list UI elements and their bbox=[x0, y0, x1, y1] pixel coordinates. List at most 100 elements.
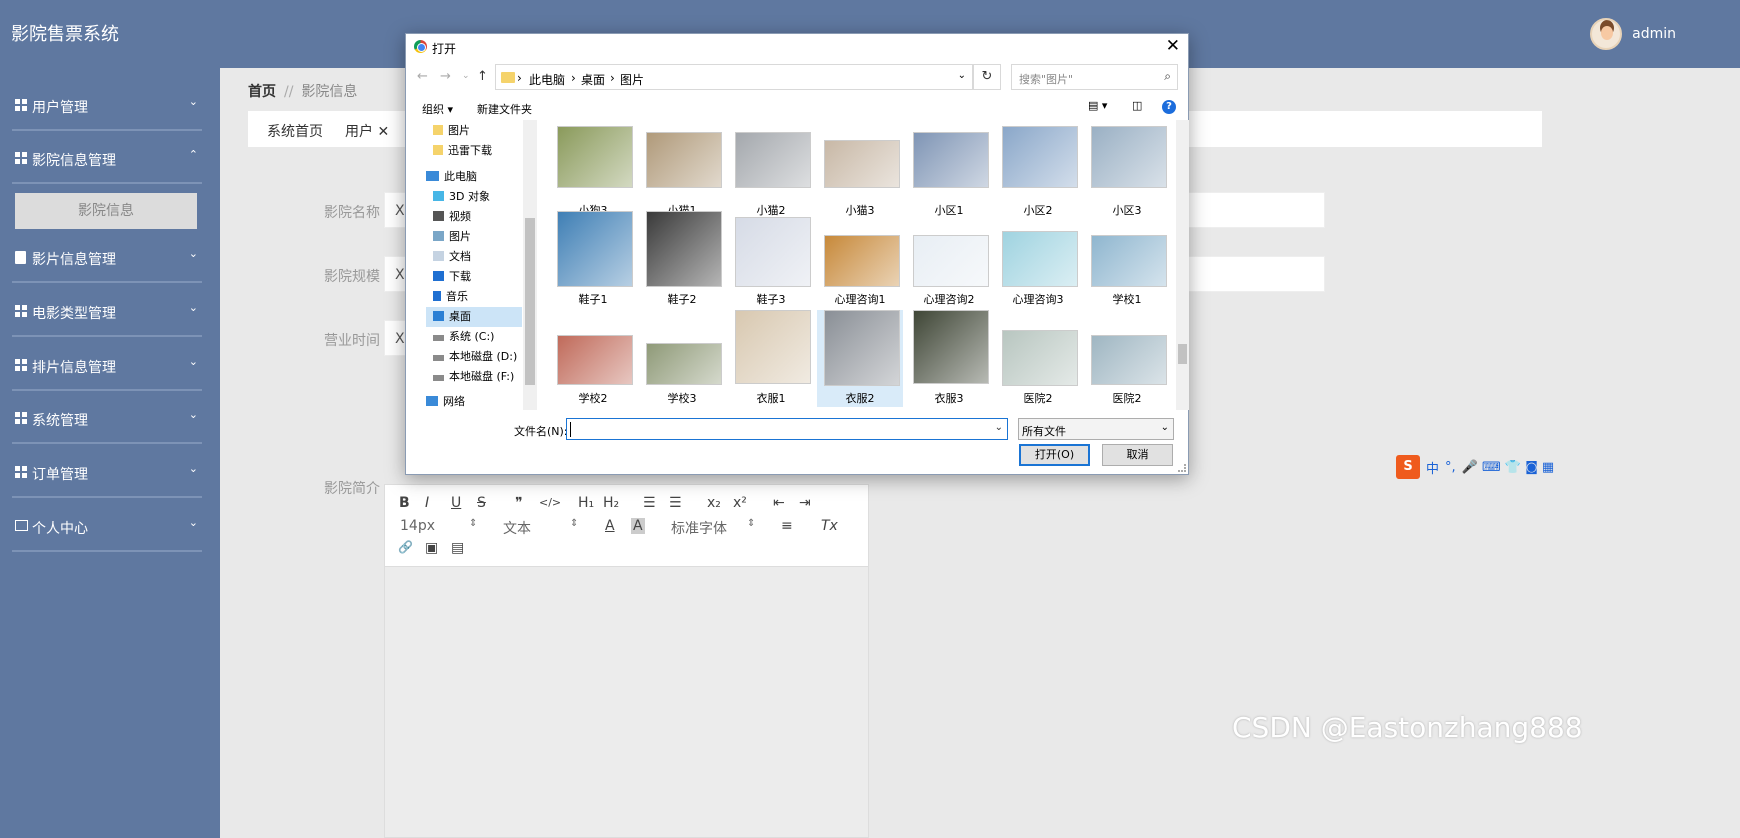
file-thumbnail[interactable]: 学校1 bbox=[1084, 211, 1170, 308]
nav-item-this-pc[interactable]: 此电脑 bbox=[426, 167, 477, 187]
nav-item-network[interactable]: 网络 bbox=[426, 392, 465, 412]
scrollbar-thumb[interactable] bbox=[525, 218, 535, 385]
sogou-logo-icon[interactable]: S bbox=[1396, 455, 1420, 479]
file-thumbnail[interactable]: 心理咨询3 bbox=[995, 211, 1081, 308]
ime-mode[interactable]: 中 bbox=[1426, 458, 1439, 477]
path-this-pc[interactable]: 此电脑 bbox=[529, 71, 565, 88]
italic-button[interactable]: I bbox=[425, 495, 429, 511]
nav-item-drive-f[interactable]: 本地磁盘 (F:) bbox=[433, 367, 514, 387]
tab-home[interactable]: 系统首页 bbox=[267, 121, 323, 141]
recent-dropdown-icon[interactable]: ⌄ bbox=[462, 71, 470, 81]
open-button[interactable]: 打开(O) bbox=[1019, 444, 1090, 466]
sidebar-item-user-management[interactable]: 用户管理 ⌄ bbox=[0, 77, 220, 131]
font-family-select[interactable]: 标准字体 bbox=[671, 518, 727, 538]
resize-grip-icon[interactable] bbox=[1178, 464, 1186, 472]
back-icon[interactable]: ← bbox=[417, 69, 428, 84]
forward-icon[interactable]: → bbox=[440, 69, 451, 84]
sidebar-item-order-management[interactable]: 订单管理 ⌄ bbox=[0, 444, 220, 498]
new-folder-button[interactable]: 新建文件夹 bbox=[477, 101, 532, 117]
file-thumbnail[interactable]: 医院2 bbox=[1084, 310, 1170, 407]
sidebar-item-film-management[interactable]: 影片信息管理 ⌄ bbox=[0, 229, 220, 283]
file-thumbnail[interactable]: 小猫1 bbox=[639, 122, 725, 219]
nav-item-3d[interactable]: 3D 对象 bbox=[433, 187, 490, 207]
file-scrollbar[interactable] bbox=[1176, 120, 1189, 410]
ime-toolbar[interactable]: S 中 °, 🎤 ⌨ 👕 ◙ ▦ bbox=[1396, 453, 1554, 481]
nav-item-downloads[interactable]: 下载 bbox=[433, 267, 471, 287]
superscript-button[interactable]: x² bbox=[733, 495, 747, 511]
cancel-button[interactable]: 取消 bbox=[1102, 444, 1173, 466]
nav-scrollbar[interactable] bbox=[523, 120, 537, 410]
file-thumbnail[interactable]: 小猫2 bbox=[728, 122, 814, 219]
file-type-select[interactable]: 所有文件 ⌄ bbox=[1018, 418, 1174, 440]
nav-item-videos[interactable]: 视频 bbox=[433, 207, 471, 227]
nav-item-pictures-quick[interactable]: 图片 bbox=[433, 121, 470, 141]
user-menu[interactable]: admin bbox=[1590, 18, 1676, 50]
filename-input[interactable]: ⌄ bbox=[566, 418, 1008, 440]
file-thumbnail[interactable]: 鞋子2 bbox=[639, 211, 725, 308]
font-size-select[interactable]: 14px bbox=[400, 518, 435, 534]
file-thumbnail[interactable]: 小区2 bbox=[995, 122, 1081, 219]
link-icon[interactable]: 🔗 bbox=[398, 540, 413, 554]
nav-item-documents[interactable]: 文档 bbox=[433, 247, 471, 267]
nav-item-pictures[interactable]: 图片 bbox=[433, 227, 471, 247]
strike-button[interactable]: S bbox=[477, 495, 486, 511]
indent-button[interactable]: ⇥ bbox=[799, 495, 811, 511]
address-bar[interactable]: › 此电脑 › 桌面 › 图片 ⌄ bbox=[495, 64, 973, 90]
scrollbar-thumb[interactable] bbox=[1178, 344, 1187, 364]
text-type-select[interactable]: 文本 bbox=[503, 518, 531, 538]
file-thumbnail[interactable]: 衣服1 bbox=[728, 310, 814, 407]
bold-button[interactable]: B bbox=[399, 495, 410, 511]
sidebar-item-schedule-management[interactable]: 排片信息管理 ⌄ bbox=[0, 337, 220, 391]
close-icon[interactable]: ✕ bbox=[1166, 36, 1180, 56]
sidebar-item-personal-center[interactable]: 个人中心 ⌄ bbox=[0, 498, 220, 552]
quote-button[interactable]: ❞ bbox=[515, 495, 523, 511]
nav-item-drive-d[interactable]: 本地磁盘 (D:) bbox=[433, 347, 517, 367]
h1-button[interactable]: H₁ bbox=[578, 495, 594, 511]
view-mode-icon[interactable]: ▤ ▾ bbox=[1088, 99, 1107, 112]
chevron-down-icon[interactable]: ⌄ bbox=[995, 422, 1003, 433]
up-icon[interactable]: ↑ bbox=[477, 69, 488, 84]
file-thumbnail[interactable]: 心理咨询1 bbox=[817, 211, 903, 308]
font-color-button[interactable]: A bbox=[605, 518, 615, 534]
background-color-button[interactable]: A bbox=[631, 518, 645, 534]
organize-button[interactable]: 组织 ▾ bbox=[422, 101, 453, 117]
help-icon[interactable]: ? bbox=[1162, 100, 1176, 114]
align-button[interactable]: ≡ bbox=[781, 518, 793, 534]
file-thumbnail[interactable]: 小区1 bbox=[906, 122, 992, 219]
sidebar-item-system-management[interactable]: 系统管理 ⌄ bbox=[0, 390, 220, 444]
ime-punctuation[interactable]: °, bbox=[1445, 460, 1456, 475]
tab-user[interactable]: 用户 ✕ bbox=[345, 121, 389, 141]
underline-button[interactable]: U bbox=[451, 495, 461, 511]
file-thumbnail[interactable]: 学校3 bbox=[639, 310, 725, 407]
sidebar-subitem-cinema-info[interactable]: 影院信息 bbox=[15, 193, 197, 229]
file-thumbnail[interactable]: 医院2 bbox=[995, 310, 1081, 407]
chevron-down-icon[interactable]: ⌄ bbox=[958, 70, 966, 81]
file-thumbnail[interactable]: 心理咨询2 bbox=[906, 211, 992, 308]
username[interactable]: admin bbox=[1632, 26, 1676, 42]
file-thumbnail[interactable]: 小狗3 bbox=[550, 122, 636, 219]
image-icon[interactable]: ▣ bbox=[425, 540, 438, 556]
code-button[interactable]: </> bbox=[539, 496, 561, 509]
file-thumbnail[interactable]: 小猫3 bbox=[817, 122, 903, 219]
sidebar-item-cinema-management[interactable]: 影院信息管理 ⌃ bbox=[0, 130, 220, 184]
dialog-titlebar[interactable]: 打开 ✕ bbox=[406, 34, 1188, 60]
outdent-button[interactable]: ⇤ bbox=[773, 495, 785, 511]
nav-item-music[interactable]: 音乐 bbox=[433, 287, 468, 307]
file-thumbnail[interactable]: 衣服2 bbox=[817, 310, 903, 407]
refresh-button[interactable]: ↻ bbox=[973, 64, 1001, 90]
nav-item-xunlei[interactable]: 迅雷下载 bbox=[433, 141, 492, 161]
breadcrumb-home[interactable]: 首页 bbox=[248, 84, 276, 100]
editor-content-area[interactable] bbox=[385, 567, 868, 837]
video-icon[interactable]: ▤ bbox=[451, 540, 464, 556]
ime-tools[interactable]: 🎤 ⌨ 👕 ◙ ▦ bbox=[1462, 460, 1555, 475]
nav-item-drive-c[interactable]: 系统 (C:) bbox=[433, 327, 494, 347]
file-thumbnail[interactable]: 鞋子3 bbox=[728, 211, 814, 308]
search-input[interactable]: 搜索"图片" ⌕ bbox=[1011, 64, 1178, 90]
path-desktop[interactable]: 桌面 bbox=[581, 71, 605, 88]
preview-pane-icon[interactable]: ◫ bbox=[1132, 99, 1142, 112]
file-thumbnail[interactable]: 鞋子1 bbox=[550, 211, 636, 308]
file-thumbnail[interactable]: 学校2 bbox=[550, 310, 636, 407]
bullet-list-button[interactable]: ☰ bbox=[669, 495, 682, 511]
path-pictures[interactable]: 图片 bbox=[620, 71, 644, 88]
h2-button[interactable]: H₂ bbox=[603, 495, 619, 511]
